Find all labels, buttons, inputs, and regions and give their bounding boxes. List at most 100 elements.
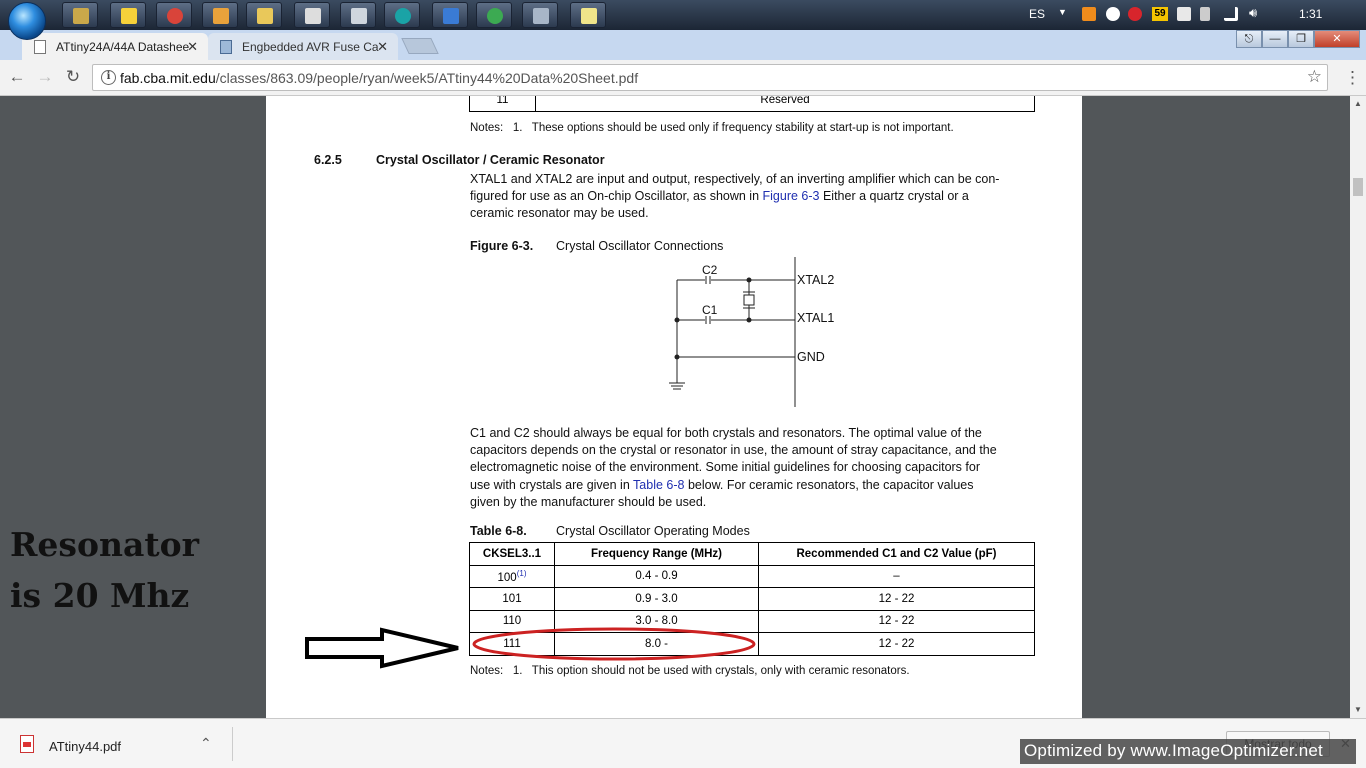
gnd-label: GND xyxy=(797,350,825,364)
text-span: below. For ceramic resonators, the capac… xyxy=(684,477,974,492)
text-line: electromagnetic noise of the environment… xyxy=(470,460,980,475)
download-item[interactable]: ATtiny44.pdf xyxy=(49,739,121,754)
minimize-button[interactable]: — xyxy=(1262,30,1288,48)
text-line: XTAL1 and XTAL2 are input and output, re… xyxy=(470,172,1000,186)
page-icon xyxy=(220,40,232,54)
c1-label: C1 xyxy=(702,303,718,317)
browser-toolbar: ← → ↻ i fab.cba.mit.edu/classes/863.09/p… xyxy=(0,60,1366,96)
taskbar-calculator-button[interactable] xyxy=(340,2,376,28)
back-arrow-icon[interactable]: ← xyxy=(6,67,28,87)
table-link[interactable]: Table 6-8 xyxy=(633,478,684,492)
info-icon[interactable]: i xyxy=(101,70,116,85)
menu-icon[interactable]: ⋮ xyxy=(1344,68,1361,88)
section-number: 6.2.5 xyxy=(314,153,342,167)
close-icon[interactable]: ✕ xyxy=(187,39,198,55)
table-cell: – xyxy=(758,564,1035,588)
table-row: 101 0.9 - 3.0 12 - 22 xyxy=(469,587,1035,611)
network-icon[interactable] xyxy=(1224,7,1238,21)
divider xyxy=(232,727,233,761)
chevron-down-icon[interactable]: ▼ xyxy=(1058,7,1067,17)
figure-link[interactable]: Figure 6-3 xyxy=(763,189,820,203)
tab-datasheet[interactable]: ATtiny24A/44A Datashee ✕ xyxy=(22,33,208,60)
url-path: /classes/863.09/people/ryan/week5/ATtiny… xyxy=(215,70,639,86)
pdf-viewer[interactable]: 11 Reserved Notes: 1. These options shou… xyxy=(0,96,1350,718)
taskbar-chrome-button[interactable] xyxy=(156,2,192,28)
xtal2-label: XTAL2 xyxy=(797,273,835,287)
flag-icon[interactable] xyxy=(1177,7,1191,21)
taskbar-arduino-button[interactable] xyxy=(384,2,420,28)
text-line: use with crystals are given in Table 6-8… xyxy=(470,477,1033,494)
text-span: Either a quartz crystal or a xyxy=(819,189,969,204)
forward-arrow-icon[interactable]: → xyxy=(34,67,56,87)
window-close-button[interactable]: ✕ xyxy=(1314,30,1360,48)
taskbar-chrome-button[interactable] xyxy=(476,2,512,28)
section-title: Crystal Oscillator / Ceramic Resonator xyxy=(376,153,605,167)
table-cell: 100(1) xyxy=(469,564,555,588)
language-indicator[interactable]: ES xyxy=(1029,7,1045,21)
text-line: C1 and C2 should always be equal for bot… xyxy=(470,426,982,440)
url-text[interactable]: fab.cba.mit.edu/classes/863.09/people/ry… xyxy=(120,70,638,86)
column-header: Frequency Range (MHz) xyxy=(554,542,759,566)
taskbar-app-button[interactable] xyxy=(202,2,238,28)
annotation-line: is 20 Mhz xyxy=(10,576,190,615)
resonator-annotation: Resonator is 20 Mhz xyxy=(10,519,199,621)
taskbar-app-button[interactable] xyxy=(522,2,558,28)
tray-badge[interactable]: 59 xyxy=(1152,7,1168,21)
device-icon[interactable] xyxy=(1200,7,1210,21)
scroll-down-icon[interactable]: ▼ xyxy=(1354,705,1362,714)
paragraph: C1 and C2 should always be equal for bot… xyxy=(470,425,1033,511)
close-icon[interactable]: ✕ xyxy=(377,39,388,55)
chevron-up-icon[interactable]: ⌃ xyxy=(200,735,212,752)
figure-label: Figure 6-3. xyxy=(470,239,534,253)
table-label: Table 6-8. xyxy=(470,524,527,538)
address-bar[interactable]: i fab.cba.mit.edu/classes/863.09/people/… xyxy=(92,64,1328,91)
tab-label: Engbedded AVR Fuse Ca xyxy=(242,40,379,54)
table-header-row: CKSEL3..1 Frequency Range (MHz) Recommen… xyxy=(469,542,1035,566)
scroll-up-icon[interactable]: ▲ xyxy=(1354,99,1362,108)
table-cell: 0.4 - 0.9 xyxy=(554,564,759,588)
volume-icon[interactable]: 🔊︎ xyxy=(1249,5,1263,20)
text-line: given by the manufacturer should be used… xyxy=(470,494,707,509)
taskbar-explorer-button[interactable] xyxy=(246,2,282,28)
text-line: capacitors depends on the crystal or res… xyxy=(470,443,997,458)
taskbar-app-button[interactable] xyxy=(110,2,146,28)
text-span: use with crystals are given in xyxy=(470,477,634,492)
text-line: ceramic resonator may be used. xyxy=(470,206,649,221)
table-cell: 0.9 - 3.0 xyxy=(554,587,759,611)
vertical-scrollbar[interactable]: ▲ ▼ xyxy=(1350,96,1366,718)
annotation-overlay xyxy=(305,627,756,669)
table-row: 100(1) 0.4 - 0.9 – xyxy=(469,564,1035,588)
c2-label: C2 xyxy=(702,263,718,277)
start-button[interactable] xyxy=(8,2,46,40)
antivirus-icon[interactable] xyxy=(1128,7,1142,21)
table-cell: 12 - 22 xyxy=(758,632,1035,656)
restore-button[interactable]: ⎋ xyxy=(1236,30,1262,48)
top-table-fragment: 11 Reserved xyxy=(469,96,1035,112)
maximize-button[interactable]: ❐ xyxy=(1288,30,1314,48)
scroll-thumb[interactable] xyxy=(1353,178,1363,196)
text-line: figured for use as an On-chip Oscillator… xyxy=(470,188,1033,205)
watermark-text: Optimized by www.ImageOptimizer.net xyxy=(1020,739,1356,764)
paragraph: XTAL1 and XTAL2 are input and output, re… xyxy=(470,171,1033,223)
taskbar-notepad-button[interactable] xyxy=(570,2,606,28)
table-cell: 101 xyxy=(469,587,555,611)
bookmark-star-icon[interactable]: ☆ xyxy=(1307,67,1322,87)
footnote-ref[interactable]: (1) xyxy=(517,569,527,578)
tray-app-icon[interactable] xyxy=(1082,7,1096,21)
tab-fuse-calculator[interactable]: Engbedded AVR Fuse Ca ✕ xyxy=(208,33,398,60)
reload-icon[interactable]: ↻ xyxy=(62,67,84,87)
annotation-line: Resonator xyxy=(10,525,200,564)
cloud-icon[interactable] xyxy=(1106,7,1120,21)
taskbar-app-button[interactable] xyxy=(432,2,468,28)
table-cell: 12 - 22 xyxy=(758,587,1035,611)
clock[interactable]: 1:31 xyxy=(1299,7,1322,21)
document-icon xyxy=(34,40,46,54)
tab-label: ATtiny24A/44A Datashee xyxy=(56,40,190,54)
taskbar-app-button[interactable] xyxy=(62,2,98,28)
table-title: Crystal Oscillator Operating Modes xyxy=(556,524,750,538)
url-domain: fab.cba.mit.edu xyxy=(120,70,216,86)
column-header: Recommended C1 and C2 Value (pF) xyxy=(758,542,1035,566)
pdf-file-icon xyxy=(20,735,34,753)
taskbar-app-button[interactable] xyxy=(294,2,330,28)
table-cell: 12 - 22 xyxy=(758,609,1035,633)
